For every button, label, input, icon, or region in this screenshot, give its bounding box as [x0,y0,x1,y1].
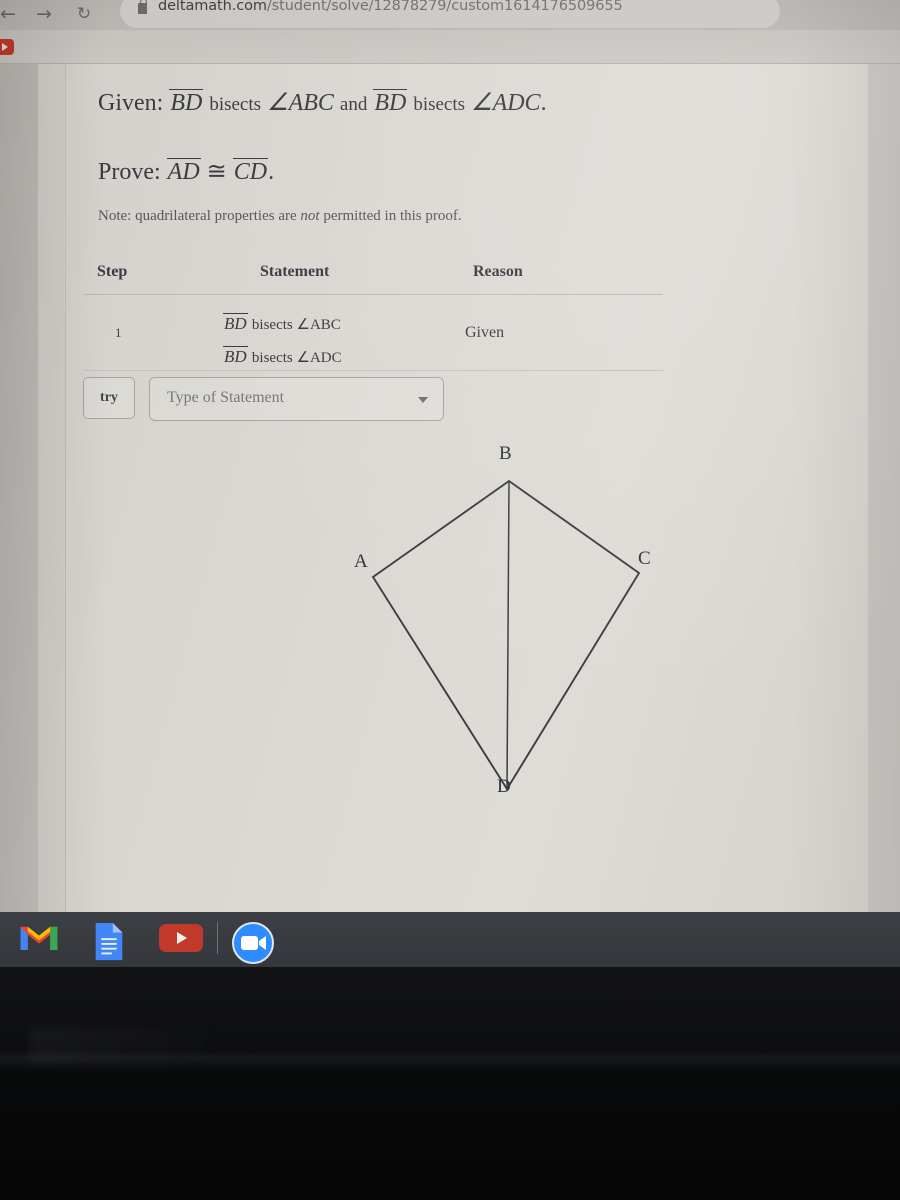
kite-outline [371,479,641,791]
url-domain: deltamath.com [158,0,267,14]
given-angle-adc: ∠ADC [471,90,541,116]
url-text: deltamath.com/student/solve/12878279/cus… [158,0,623,14]
back-arrow-icon[interactable]: ← [0,2,20,26]
monitor-screen: ← → ↻ deltamath.com/student/solve/128782… [0,0,900,912]
column-header-statement: Statement [260,263,330,280]
diagonal-bd [506,480,510,790]
given-label: Given: [98,90,164,116]
bookmarks-bar [0,30,900,64]
prove-segment-ad: AD [167,159,200,185]
statement-text-1: bisects ∠ABC [251,317,341,333]
statement-line-2: BD bisects ∠ADC [223,340,342,373]
browser-toolbar: ← → ↻ deltamath.com/student/solve/128782… [0,0,900,30]
youtube-icon[interactable] [158,922,204,954]
bezel-reflection [30,1027,210,1063]
address-bar[interactable]: deltamath.com/student/solve/12878279/cus… [120,0,780,28]
reload-icon[interactable]: ↻ [72,2,96,26]
new-step-controls: try Type of Statement [83,377,503,425]
prove-segment-cd: CD [233,159,268,185]
kite-svg [371,479,641,791]
url-path: /student/solve/12878279/custom1614176509… [266,0,623,14]
given-verb-2: bisects [413,94,466,115]
cell-statement: BD bisects ∠ABC BD bisects ∠ADC [223,307,342,374]
given-statement: Given: BD bisects ∠ABC and BD bisects ∠A… [98,88,547,117]
proof-table: Step Statement Reason 1 BD bisects ∠ABC [83,259,663,371]
vertex-label-c: C [638,548,651,569]
column-header-reason: Reason [473,263,523,280]
prove-period: . [268,159,275,185]
prove-statement: Prove: AD ≅ CD. [98,157,274,186]
proof-note: Note: quadrilateral properties are not p… [98,208,462,225]
statement-line-1: BD bisects ∠ABC [223,307,342,340]
statement-segment-bd-1: BD [224,314,247,333]
photo-of-monitor: ← → ↻ deltamath.com/student/solve/128782… [0,0,900,1200]
try-button[interactable]: try [83,377,135,419]
note-prefix: Note: quadrilateral properties are [98,208,301,224]
browser-nav-icons: ← → ↻ [0,0,130,30]
congruence-symbol: ≅ [206,159,227,185]
table-header-row: Step Statement Reason [83,259,663,295]
prove-label: Prove: [98,159,161,185]
given-verb-1: bisects [209,94,262,115]
given-segment-bd-2: BD [374,90,407,116]
google-docs-icon[interactable] [92,922,126,962]
forward-arrow-icon[interactable]: → [32,2,56,26]
statement-type-select[interactable]: Type of Statement [149,377,444,421]
statement-text-2: bisects ∠ADC [251,350,342,367]
given-angle-abc: ∠ABC [267,90,334,116]
youtube-bookmark-icon[interactable] [0,39,14,55]
kite-diagram: B A C D [311,443,671,829]
cell-step-number: 1 [115,325,122,340]
vertex-label-b: B [499,443,512,464]
lock-icon [138,0,147,14]
web-page: Given: BD bisects ∠ABC and BD bisects ∠A… [38,64,868,912]
os-taskbar [0,912,900,967]
taskbar-separator [217,922,218,954]
zoom-icon[interactable] [232,922,274,964]
vertex-label-d: D [497,776,511,797]
note-emphasis: not [300,208,320,224]
given-conjunction: and [339,94,368,115]
statement-type-placeholder: Type of Statement [167,389,285,406]
given-period: . [540,90,547,116]
chevron-down-icon[interactable] [418,397,428,403]
gmail-icon[interactable] [18,922,60,954]
given-segment-bd-1: BD [170,90,203,116]
page-content-area: Given: BD bisects ∠ABC and BD bisects ∠A… [65,64,868,912]
monitor-bezel [0,967,900,1200]
column-header-step: Step [97,263,128,280]
table-row: 1 BD bisects ∠ABC BD bisects ∠ADC Given [83,295,663,371]
note-suffix: permitted in this proof. [319,208,462,224]
vertex-label-a: A [354,551,368,572]
cell-reason: Given [465,324,505,341]
statement-segment-bd-2: BD [224,347,247,367]
